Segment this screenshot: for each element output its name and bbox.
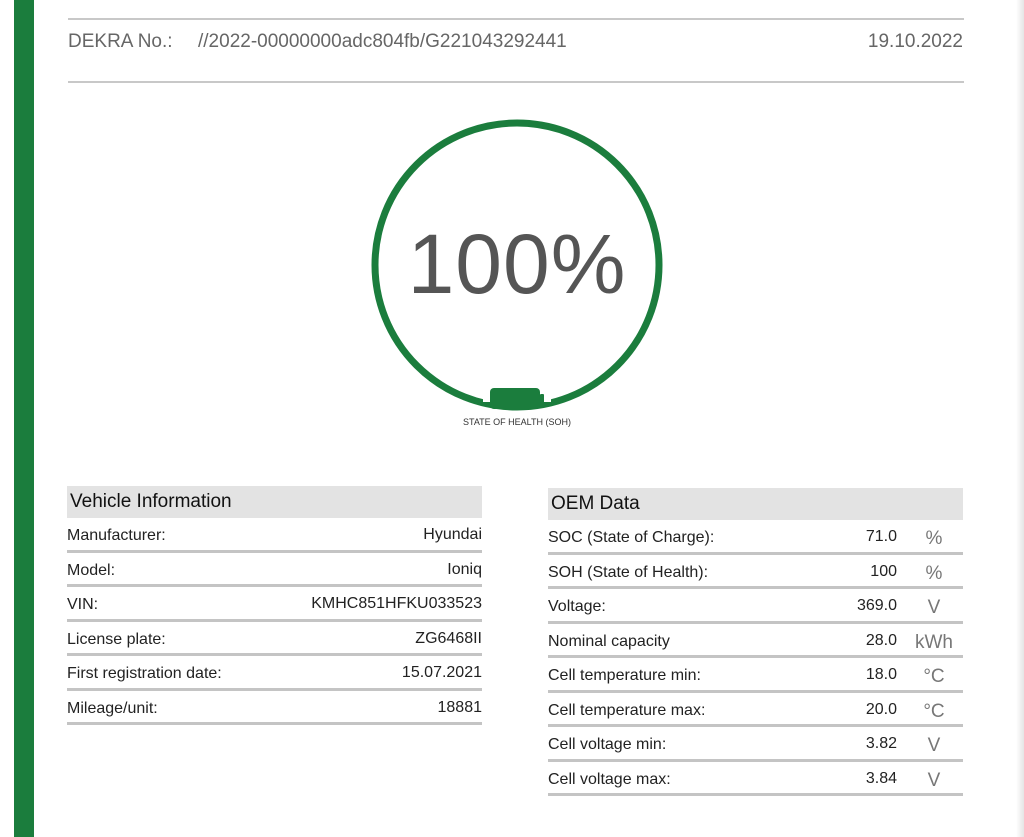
row-label: Cell temperature max: (548, 701, 706, 719)
row-label: VIN: (67, 596, 99, 613)
row-value: KMHC851HFKU033523 (311, 595, 482, 612)
table-row: SOC (State of Charge): 71.0 % (548, 520, 963, 555)
soh-gauge: 100% (366, 114, 668, 416)
row-unit: V (927, 597, 941, 618)
report-date: 19.10.2022 (867, 31, 963, 52)
row-value: 369.0 (856, 597, 897, 614)
vehicle-information-table: Vehicle Information Manufacturer: Hyunda… (67, 486, 482, 725)
table-row: SOH (State of Health): 100 % (548, 555, 963, 589)
row-label: Model: (67, 561, 116, 579)
row-value: 15.07.2021 (401, 664, 482, 681)
row-value: 100 (870, 562, 897, 580)
table-row: Cell temperature min: 18.0 °C (548, 658, 963, 693)
table-row: Cell voltage max: 3.84 V (548, 762, 963, 796)
row-label: Cell temperature min: (548, 667, 701, 684)
table-row: License plate: ZG6468II (67, 622, 482, 656)
row-label: Cell voltage max: (548, 770, 671, 788)
soh-caption: STATE OF HEALTH (SOH) (462, 417, 571, 427)
row-unit: % (925, 562, 943, 584)
table-row: Cell voltage min: 3.82 V (548, 727, 963, 762)
table-row: Nominal capacity 28.0 kWh (548, 624, 963, 658)
table-row: Model: Ioniq (67, 553, 482, 587)
row-unit: °C (923, 700, 945, 722)
page-edge-shadow (1016, 0, 1024, 837)
row-value: 3.82 (865, 735, 897, 752)
oem-data-table: OEM Data SOC (State of Charge): 71.0 % S… (548, 488, 963, 796)
row-value: 71.0 (865, 528, 897, 545)
left-accent-bar (14, 0, 34, 837)
header-bottom-rule (68, 81, 964, 83)
row-value: ZG6468II (415, 629, 482, 647)
row-value: Ioniq (447, 560, 482, 578)
report-header: DEKRA No.: //2022-00000000adc804fb/G2210… (68, 31, 963, 57)
row-value: Hyundai (423, 526, 482, 543)
row-label: SOC (State of Charge): (548, 529, 715, 546)
row-value: 28.0 (865, 631, 897, 649)
table-row: First registration date: 15.07.2021 (67, 656, 482, 691)
row-label: SOH (State of Health): (548, 563, 709, 581)
oem-data-title: OEM Data (548, 488, 963, 520)
row-value: 20.0 (865, 700, 897, 718)
row-label: Voltage: (548, 598, 606, 615)
row-unit: °C (923, 666, 945, 687)
row-label: Mileage/unit: (67, 699, 158, 717)
dekra-number-value: //2022-00000000adc804fb/G221043292441 (198, 31, 567, 52)
table-row: VIN: KMHC851HFKU033523 (67, 587, 482, 622)
vehicle-information-title: Vehicle Information (67, 486, 482, 518)
table-row: Manufacturer: Hyundai (67, 518, 482, 553)
soh-value: 100% (407, 217, 627, 311)
row-unit: V (927, 735, 941, 756)
row-label: Cell voltage min: (548, 736, 667, 753)
header-top-rule (68, 18, 964, 20)
row-value: 18881 (437, 698, 483, 716)
table-row: Voltage: 369.0 V (548, 589, 963, 624)
row-label: Nominal capacity (548, 632, 670, 650)
battery-icon (490, 388, 544, 409)
row-value: 3.84 (865, 769, 897, 787)
row-label: First registration date: (67, 665, 222, 682)
dekra-number-label: DEKRA No.: (68, 31, 173, 52)
table-row: Cell temperature max: 20.0 °C (548, 693, 963, 727)
row-unit: kWh (915, 631, 953, 653)
table-row: Mileage/unit: 18881 (67, 691, 483, 725)
row-value: 18.0 (865, 666, 897, 683)
row-label: License plate: (67, 630, 166, 648)
row-unit: V (927, 769, 941, 791)
row-unit: % (925, 528, 943, 549)
row-label: Manufacturer: (67, 527, 166, 544)
